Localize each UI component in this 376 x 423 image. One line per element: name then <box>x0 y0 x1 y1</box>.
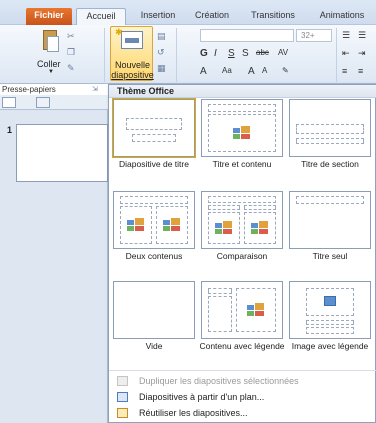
layout-label: Deux contenus <box>125 251 183 261</box>
sparkle-icon: ✱ <box>115 27 123 37</box>
picture-placeholder-icon <box>324 296 336 306</box>
copy-icon[interactable]: ❐ <box>67 48 78 57</box>
slides-pane-tabs <box>0 95 108 110</box>
shrink-font-icon[interactable]: A <box>262 66 267 75</box>
reset-icon[interactable]: ↺ <box>157 48 168 57</box>
layout-comparison[interactable]: Comparaison <box>201 191 283 279</box>
layout-thumbnail <box>289 191 371 249</box>
layout-label: Comparaison <box>216 251 268 261</box>
tab-fichier[interactable]: Fichier <box>26 8 72 25</box>
layout-thumbnail <box>201 99 283 157</box>
content-placeholder-icon <box>251 221 269 234</box>
align-center-icon[interactable]: ≡ <box>358 66 363 76</box>
layout-title-content[interactable]: Titre et contenu <box>201 99 283 187</box>
layout-section-header[interactable]: Titre de section <box>289 99 371 187</box>
content-placeholder-icon <box>163 218 181 231</box>
reuse-slides-icon <box>117 408 128 418</box>
slides-from-outline-item[interactable]: Diapositives à partir d'un plan... <box>109 389 376 405</box>
underline-icon[interactable]: S <box>228 48 235 59</box>
layout-label: Image avec légende <box>291 341 369 351</box>
shadow-icon[interactable]: S <box>242 48 249 59</box>
gallery-header: Thème Office <box>109 85 376 98</box>
layout-label: Titre seul <box>312 251 348 261</box>
layout-label: Titre de section <box>301 159 359 169</box>
new-slide-icon <box>121 31 143 49</box>
spacing-icon[interactable]: AV <box>278 48 288 57</box>
tab-accueil[interactable]: Accueil <box>76 8 126 26</box>
content-placeholder-icon <box>127 218 145 231</box>
tab-transitions[interactable]: Transitions <box>240 8 306 25</box>
content-placeholder-icon <box>233 126 251 139</box>
layout-two-content[interactable]: Deux contenus <box>113 191 195 279</box>
slide-number: 1 <box>7 125 13 135</box>
new-slide-button[interactable]: ✱ Nouvelle diapositive <box>110 26 154 81</box>
layout-label: Diapositive de titre <box>119 159 189 169</box>
paste-dropdown-arrow-icon[interactable]: ▼ <box>48 69 54 75</box>
clear-format-icon[interactable]: ✎ <box>282 66 289 75</box>
format-painter-icon[interactable]: ✎ <box>67 64 78 73</box>
layout-label: Titre et contenu <box>212 159 272 169</box>
reuse-slides-item[interactable]: Réutiliser les diapositives... <box>109 405 376 421</box>
slides-from-outline-icon <box>117 392 128 402</box>
bullets-icon[interactable]: ☰ <box>342 30 350 41</box>
align-left-icon[interactable]: ≡ <box>342 66 347 76</box>
font-color-icon[interactable]: A <box>200 66 207 77</box>
layout-label: Vide <box>145 341 163 351</box>
font-size-field[interactable]: 32+ <box>296 29 332 42</box>
grow-font-icon[interactable]: A <box>248 66 255 77</box>
menu-item-label: Réutiliser les diapositives... <box>139 408 248 418</box>
layout-title-only[interactable]: Titre seul <box>289 191 371 279</box>
layout-content-caption[interactable]: Contenu avec légende <box>199 281 285 369</box>
layout-picture-caption[interactable]: Image avec légende <box>289 281 371 369</box>
outline-tab-icon[interactable] <box>36 97 50 108</box>
layout-thumbnail <box>113 191 195 249</box>
layout-icon[interactable]: ▤ <box>157 32 168 41</box>
new-slide-label-line1: Nouvelle <box>114 60 151 70</box>
duplicate-slides-icon <box>117 376 128 386</box>
layout-thumbnail <box>289 99 371 157</box>
menu-item-label: Dupliquer les diapositives sélectionnées <box>139 376 299 386</box>
font-name-field[interactable] <box>200 29 294 42</box>
layout-thumbnail <box>112 98 196 158</box>
new-slide-label-line2: diapositive <box>111 70 154 80</box>
ribbon-separator <box>104 28 105 82</box>
bold-icon[interactable]: G <box>200 48 208 59</box>
section-icon[interactable]: ▦ <box>157 64 168 73</box>
layout-label: Contenu avec légende <box>199 341 285 351</box>
layout-title-slide[interactable]: Diapositive de titre <box>112 98 196 187</box>
content-placeholder-icon <box>247 303 265 316</box>
ribbon-tabs: Fichier Accueil Insertion Création Trans… <box>0 0 376 26</box>
tab-insertion[interactable]: Insertion <box>132 8 184 25</box>
layout-blank[interactable]: Vide <box>113 281 195 369</box>
ribbon-separator <box>176 28 177 82</box>
layout-thumbnail <box>289 281 371 339</box>
italic-icon[interactable]: I <box>214 48 217 59</box>
strikethrough-icon[interactable]: abc <box>256 48 269 57</box>
dialog-launcher-icon[interactable]: ⇲ <box>92 85 98 93</box>
decrease-indent-icon[interactable]: ⇤ <box>342 48 350 59</box>
menu-separator <box>109 370 376 371</box>
clipboard-group-label: Presse-papiers <box>2 85 56 94</box>
increase-indent-icon[interactable]: ⇥ <box>358 48 366 59</box>
slides-tab-icon[interactable] <box>2 97 16 108</box>
menu-item-label: Diapositives à partir d'un plan... <box>139 392 265 402</box>
numbering-icon[interactable]: ☰ <box>358 30 366 41</box>
change-case-icon[interactable]: Aa <box>222 66 232 75</box>
layout-thumbnail <box>201 191 283 249</box>
layout-thumbnail <box>113 281 195 339</box>
ribbon-separator <box>336 28 337 82</box>
cut-icon[interactable]: ✂ <box>67 32 78 41</box>
layout-thumbnail <box>201 281 283 339</box>
duplicate-slides-item[interactable]: Dupliquer les diapositives sélectionnées <box>109 373 376 389</box>
paste-button-label[interactable]: Coller <box>37 59 61 69</box>
slide-thumbnail[interactable] <box>16 124 108 182</box>
paste-icon[interactable] <box>40 30 60 56</box>
tab-creation[interactable]: Création <box>190 8 234 25</box>
new-slide-gallery: Thème Office Diapositive de titre Titre … <box>108 84 376 423</box>
content-placeholder-icon <box>215 221 233 234</box>
tab-animations[interactable]: Animations <box>312 8 372 25</box>
